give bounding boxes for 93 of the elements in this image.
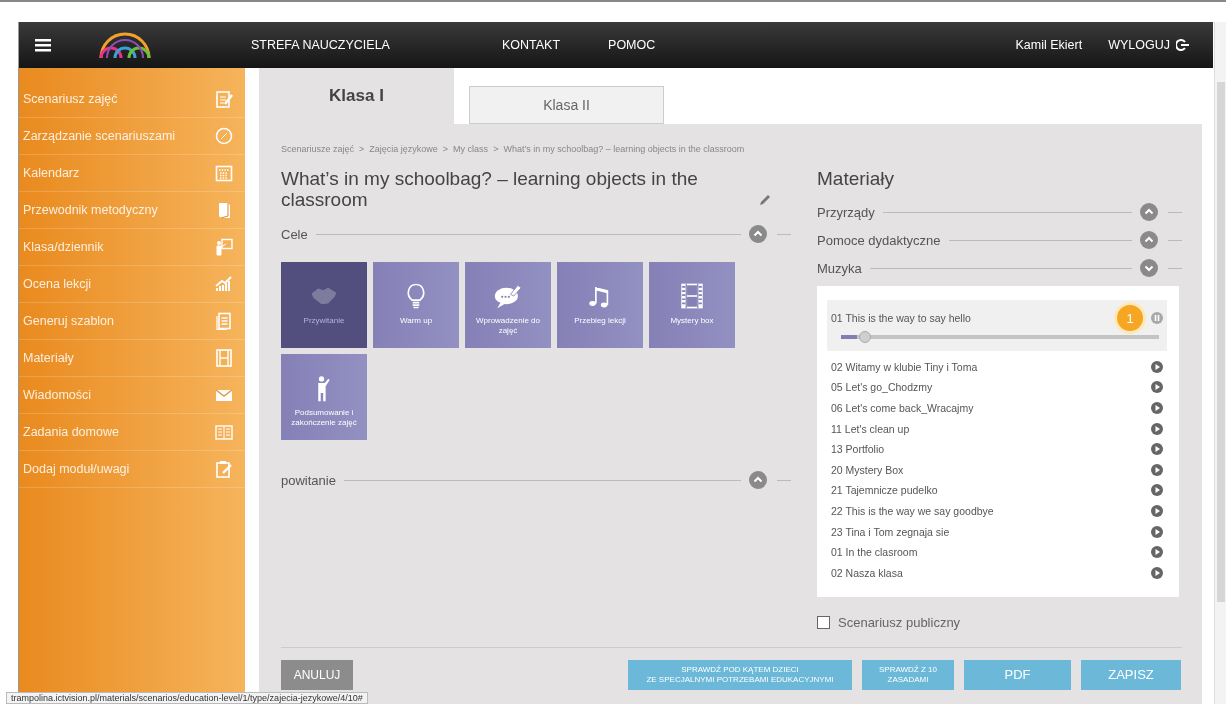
action-button[interactable]: ZAPISZ	[1081, 660, 1181, 690]
track-title[interactable]: 02 Nasza klasa	[831, 566, 1151, 579]
sidebar-item[interactable]: Scenariusz zajęć	[19, 92, 118, 106]
sidebar-item[interactable]: Generuj szablon	[19, 314, 115, 328]
breadcrumb-link[interactable]: What’s in my schoolbag? – learning objects in the classroom	[503, 144, 745, 154]
pencil-icon[interactable]	[759, 194, 771, 206]
nav-link[interactable]: KONTAKT	[501, 38, 561, 52]
play-icon[interactable]	[1151, 525, 1163, 538]
play-icon[interactable]	[1151, 463, 1163, 476]
notepad-icon	[215, 90, 233, 108]
track-title[interactable]: 20 Mystery Box	[831, 463, 1151, 476]
material-group-heading: Pomoce dydaktyczne	[817, 232, 941, 248]
track-title[interactable]: 11 Let's clean up	[831, 422, 1151, 435]
play-icon[interactable]	[1151, 546, 1163, 559]
sidebar-item[interactable]: Zadania domowe	[19, 425, 119, 439]
sidebar-item[interactable]: Dodaj moduł/uwagi	[19, 462, 130, 476]
logout-icon[interactable]	[1176, 39, 1189, 51]
track-title[interactable]: 02 Witamy w klubie Tiny i Toma	[831, 360, 1151, 373]
chevron-up-icon[interactable]	[749, 471, 767, 489]
scrollbar[interactable]	[1214, 22, 1226, 704]
action-button[interactable]: SPRAWDŹ Z 10 ZASADAMI	[862, 660, 954, 690]
section-heading: powitanie	[281, 472, 336, 488]
track-title[interactable]: 13 Portfolio	[831, 443, 1151, 456]
envelope-icon	[215, 386, 233, 404]
action-button[interactable]: PDF	[964, 660, 1071, 690]
chevron-down-icon[interactable]	[1140, 259, 1158, 277]
seek-handle[interactable]	[858, 330, 871, 343]
play-icon[interactable]	[1151, 360, 1163, 373]
compass-icon	[215, 127, 233, 145]
chevron-up-icon[interactable]	[1140, 231, 1158, 249]
menu-icon[interactable]	[35, 38, 51, 52]
speech-bubble-icon	[494, 282, 522, 310]
materials-heading: Materiały	[817, 168, 896, 190]
play-icon[interactable]	[1151, 381, 1163, 394]
action-button[interactable]: ANULUJ	[281, 660, 353, 690]
chevron-up-icon[interactable]	[749, 225, 767, 243]
material-group-heading: Muzyka	[817, 260, 862, 276]
nav-link[interactable]: STREFA NAUCZYCIELA	[251, 38, 390, 52]
clipboard-icon	[215, 460, 233, 478]
sidebar-item[interactable]: Wiadomości	[19, 388, 92, 402]
lesson-title: What’s in my schoolbag? – learning objects in the classroom	[281, 168, 699, 210]
track-title[interactable]: 21 Tajemnicze pudelko	[831, 484, 1151, 497]
breadcrumb-link[interactable]: Zajęcia językowe	[369, 144, 438, 154]
play-icon[interactable]	[1151, 443, 1163, 456]
play-icon[interactable]	[1151, 566, 1163, 579]
step-badge: 1	[1117, 305, 1143, 332]
play-icon[interactable]	[1151, 484, 1163, 497]
section-heading: Cele	[281, 226, 308, 242]
chevron-up-icon[interactable]	[1140, 203, 1158, 221]
document-icon	[215, 312, 233, 330]
class-tab[interactable]: Klasa II	[469, 86, 664, 124]
play-icon[interactable]	[1151, 422, 1163, 435]
breadcrumb-separator: >	[493, 144, 499, 154]
track-title[interactable]: 23 Tina i Tom zegnaja sie	[831, 525, 1151, 538]
lesson-stage-tile[interactable]: Podsumowanie i zakończenie zajęć	[281, 354, 367, 440]
film-icon	[678, 282, 706, 310]
teacher-board-icon	[215, 238, 233, 256]
sidebar-item[interactable]: Klasa/dziennik	[19, 240, 104, 254]
breadcrumb-separator: >	[359, 144, 365, 154]
checkbox-label: Scenariusz publiczny	[838, 615, 961, 631]
chart-icon	[215, 275, 233, 293]
action-button[interactable]: SPRAWDŹ POD KĄTEM DZIECI ZE SPECJALNYMI POTRZEBAMI EDUKACYJNYMI	[628, 660, 852, 690]
rainbow-arches-logo-icon[interactable]	[97, 30, 153, 60]
breadcrumb-link[interactable]: Scenariusze zajęć	[281, 144, 355, 154]
track-title[interactable]: 01 In the clasroom	[831, 546, 1151, 559]
track-title[interactable]: 22 This is the way we say goodbye	[831, 505, 1151, 518]
sidebar-item[interactable]: Ocena lekcji	[19, 277, 92, 291]
sidebar-item[interactable]: Przewodnik metodyczny	[19, 203, 158, 217]
lesson-stage-tile[interactable]: Mystery box	[649, 262, 735, 348]
sidebar-item[interactable]: Materiały	[19, 351, 74, 365]
material-group-heading: Przyrządy	[817, 204, 875, 220]
lesson-stage-tile[interactable]: Przebieg lekcji	[557, 262, 643, 348]
status-bar-url: trampolina.ictvision.pl/materials/scenarios/education-level/1/type/zajecia-jezykowe/4/10#	[6, 692, 368, 704]
track-title[interactable]: 01 This is the way to say hello	[831, 312, 1117, 325]
track-title[interactable]: 06 Let's come back_Wracajmy	[831, 402, 1151, 415]
track-title[interactable]: 05 Let's go_Chodzmy	[831, 381, 1151, 394]
breadcrumb-link[interactable]: My class	[453, 144, 489, 154]
calendar-icon	[215, 164, 233, 182]
lesson-stage-tile[interactable]: Wprowadzenie do zajęć	[465, 262, 551, 348]
lesson-stage-tile[interactable]: Warm up	[373, 262, 459, 348]
nav-link[interactable]: POMOC	[608, 38, 656, 52]
sidebar-item[interactable]: Zarządzanie scenariuszami	[19, 129, 176, 143]
user-name-link[interactable]: Kamil Ekiert	[1015, 38, 1083, 52]
open-book-icon	[215, 423, 233, 441]
film-icon	[215, 349, 233, 367]
class-tab[interactable]: Klasa I	[259, 68, 454, 124]
logout-link[interactable]: WYLOGUJ	[1108, 38, 1170, 52]
sidebar-item[interactable]: Kalendarz	[19, 166, 80, 180]
breadcrumb-separator: >	[442, 144, 449, 154]
checkbox[interactable]	[817, 616, 830, 630]
lesson-stage-tile[interactable]: Przywitanie	[281, 262, 367, 348]
play-icon[interactable]	[1151, 505, 1163, 518]
play-icon[interactable]	[1151, 402, 1163, 415]
